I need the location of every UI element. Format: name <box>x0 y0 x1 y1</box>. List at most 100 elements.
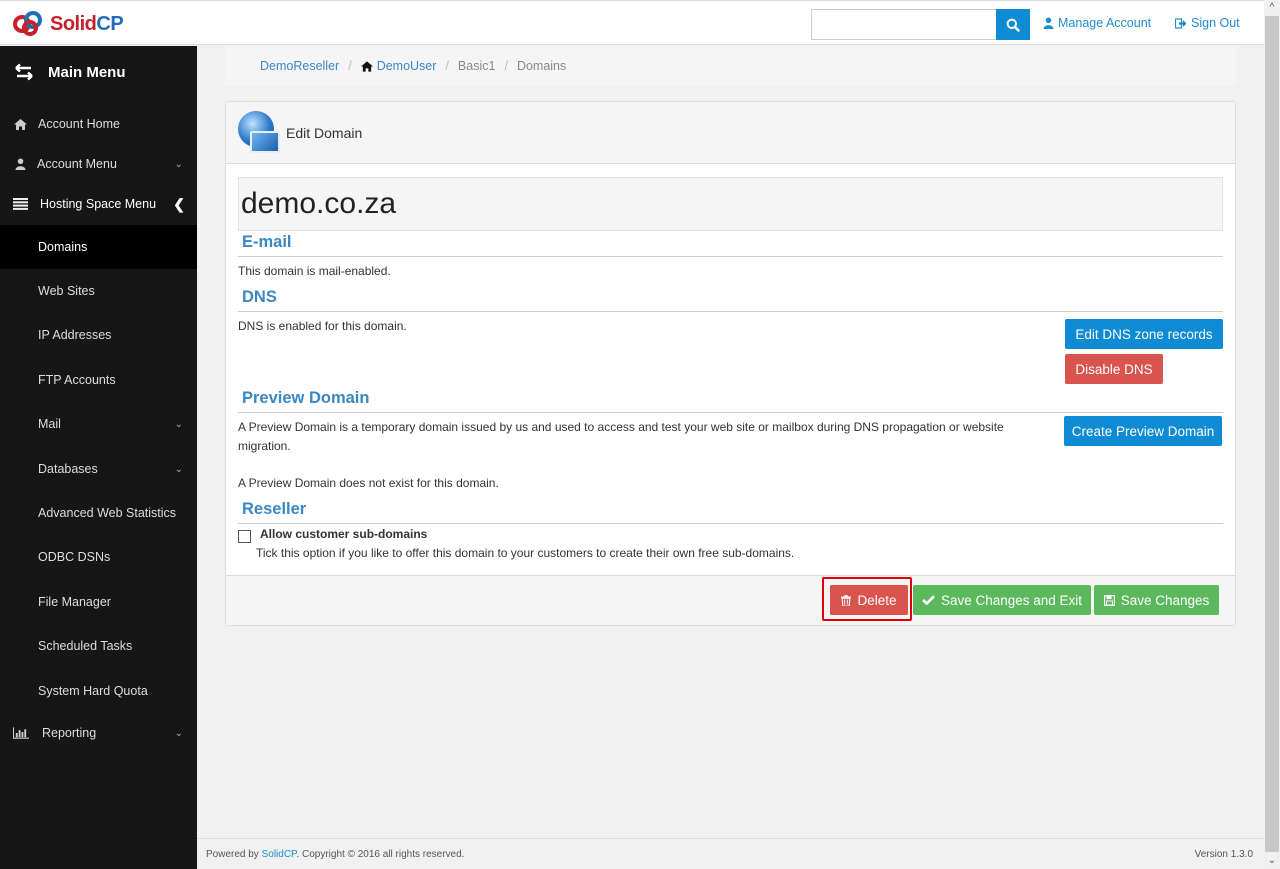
solidcp-link[interactable]: SolidCP <box>262 849 297 860</box>
scroll-thumb[interactable] <box>1265 16 1279 852</box>
save-changes-button[interactable]: Save Changes <box>1094 585 1219 615</box>
sidebar-item-account-home[interactable]: Account Home <box>0 104 197 144</box>
breadcrumb-separator: / <box>348 59 352 73</box>
domain-name-heading: demo.co.za <box>238 177 1223 231</box>
sidebar-item-label: Web Sites <box>38 284 95 298</box>
chevron-down-icon: ⌄ <box>174 727 183 739</box>
version-label: Version 1.3.0 <box>1194 849 1253 860</box>
create-preview-domain-button[interactable]: Create Preview Domain <box>1064 416 1222 446</box>
breadcrumb-demoreseller[interactable]: DemoReseller <box>260 59 339 73</box>
dns-status-text: DNS is enabled for this domain. <box>238 319 407 333</box>
sidebar-item-web-sites[interactable]: Web Sites <box>0 271 197 311</box>
sidebar: Main Menu Account Home Account Menu ⌄ Ho… <box>0 46 197 869</box>
sidebar-item-reporting[interactable]: Reporting ⌄ <box>0 713 197 753</box>
home-icon <box>360 60 373 72</box>
vertical-scrollbar[interactable]: ^ ⌄ <box>1264 0 1280 869</box>
sidebar-item-label: Advanced Web Statistics <box>38 506 177 520</box>
sidebar-item-label: Account Menu <box>37 157 117 171</box>
panel-footer: Delete Save Changes and Exit Save Change… <box>226 575 1235 625</box>
sidebar-item-domains[interactable]: Domains <box>0 225 197 269</box>
scroll-down-icon[interactable]: ⌄ <box>1264 853 1280 869</box>
sidebar-item-label: IP Addresses <box>38 328 112 342</box>
sidebar-item-label: Domains <box>38 240 88 254</box>
chevron-down-icon: ⌄ <box>174 158 183 170</box>
sidebar-item-label: Mail <box>38 417 61 431</box>
email-status-text: This domain is mail-enabled. <box>238 264 391 278</box>
sidebar-item-file-manager[interactable]: File Manager <box>0 582 197 622</box>
save-changes-and-exit-button[interactable]: Save Changes and Exit <box>913 585 1091 615</box>
copyright-text: Powered by SolidCP. Copyright © 2016 all… <box>206 849 464 860</box>
panel-header: Edit Domain <box>226 102 1235 164</box>
sidebar-item-account-menu[interactable]: Account Menu ⌄ <box>0 144 197 184</box>
save-changes-and-exit-label: Save Changes and Exit <box>940 592 1083 608</box>
sidebar-item-system-hard-quota[interactable]: System Hard Quota <box>0 671 197 711</box>
sidebar-item-odbc-dsns[interactable]: ODBC DSNs <box>0 537 197 577</box>
section-title-preview-domain: Preview Domain <box>238 389 1223 413</box>
solidcp-logo[interactable]: SolidCP <box>12 9 124 39</box>
sidebar-item-label: Databases <box>38 462 98 476</box>
sidebar-item-label: Reporting <box>42 726 97 740</box>
manage-account-link[interactable]: Manage Account <box>1043 16 1151 30</box>
allow-sub-domains-label[interactable]: Allow customer sub-domains <box>260 527 427 541</box>
globe-computer-icon <box>238 110 282 155</box>
allow-sub-domains-help: Tick this option if you like to offer th… <box>256 546 795 560</box>
copyright-suffix: . Copyright © 2016 all rights reserved. <box>296 849 465 860</box>
sidebar-header[interactable]: Main Menu <box>0 46 197 98</box>
delete-button-highlight <box>822 577 912 621</box>
preview-status-text: A Preview Domain does not exist for this… <box>238 476 499 490</box>
logo-mark-icon <box>12 10 48 38</box>
floppy-disk-icon <box>1103 594 1115 606</box>
sidebar-item-advanced-web-statistics[interactable]: Advanced Web Statistics <box>0 493 197 533</box>
sidebar-item-label: Scheduled Tasks <box>38 639 133 653</box>
sidebar-item-databases[interactable]: Databases ⌄ <box>0 449 197 489</box>
powered-by-prefix: Powered by <box>206 849 262 860</box>
allow-sub-domains-checkbox[interactable] <box>238 530 251 543</box>
search-input[interactable] <box>811 9 997 40</box>
sidebar-item-mail[interactable]: Mail ⌄ <box>0 404 197 444</box>
search-button[interactable] <box>996 9 1030 40</box>
panel-title: Edit Domain <box>286 124 363 141</box>
page-footer: Powered by SolidCP. Copyright © 2016 all… <box>197 838 1264 869</box>
scroll-up-icon[interactable]: ^ <box>1264 0 1280 16</box>
chevron-down-icon: ⌄ <box>174 463 183 475</box>
user-icon <box>12 158 28 170</box>
sidebar-item-scheduled-tasks[interactable]: Scheduled Tasks <box>0 626 197 666</box>
sidebar-title: Main Menu <box>48 63 126 81</box>
disable-dns-button[interactable]: Disable DNS <box>1065 354 1163 384</box>
sign-out-link[interactable]: Sign Out <box>1175 16 1240 30</box>
search-icon <box>1006 18 1020 32</box>
swap-arrows-icon <box>15 63 33 81</box>
sidebar-item-label: ODBC DSNs <box>38 550 111 564</box>
chevron-left-icon: ❮ <box>173 195 185 212</box>
breadcrumb: DemoReseller / DemoUser / Basic1 / Domai… <box>225 46 1236 86</box>
sign-out-icon <box>1175 17 1187 29</box>
user-icon <box>1043 17 1054 29</box>
preview-description-line2: migration. <box>238 439 291 453</box>
bar-chart-icon <box>13 727 29 739</box>
breadcrumb-demouser[interactable]: DemoUser <box>377 59 437 73</box>
sign-out-label: Sign Out <box>1191 16 1240 30</box>
sidebar-item-label: Account Home <box>38 117 120 131</box>
home-icon <box>12 118 28 130</box>
section-title-dns: DNS <box>238 288 1223 312</box>
manage-account-label: Manage Account <box>1058 16 1152 30</box>
logo-text-solid: Solid <box>50 12 97 35</box>
sidebar-item-hosting-space-menu[interactable]: Hosting Space Menu ❮ <box>0 184 197 224</box>
breadcrumb-basic1[interactable]: Basic1 <box>458 59 496 73</box>
edit-domain-panel: Edit Domain demo.co.za E-mail This domai… <box>225 101 1236 626</box>
section-title-email: E-mail <box>238 233 1223 257</box>
top-bar: SolidCP Manage Account Sign Out <box>0 0 1264 45</box>
checkmark-icon <box>922 595 935 605</box>
breadcrumb-domains: Domains <box>516 59 567 73</box>
logo-text: SolidCP <box>50 12 124 36</box>
breadcrumb-separator: / <box>445 59 449 73</box>
sidebar-item-ftp-accounts[interactable]: FTP Accounts <box>0 360 197 400</box>
sidebar-item-ip-addresses[interactable]: IP Addresses <box>0 315 197 355</box>
logo-text-cp: CP <box>96 12 124 35</box>
sidebar-item-label: File Manager <box>38 595 111 609</box>
sidebar-item-label: FTP Accounts <box>38 373 116 387</box>
breadcrumb-separator: / <box>504 59 508 73</box>
section-title-reseller: Reseller <box>238 500 1223 524</box>
edit-dns-zone-records-button[interactable]: Edit DNS zone records <box>1065 319 1223 349</box>
server-icon <box>12 198 28 210</box>
